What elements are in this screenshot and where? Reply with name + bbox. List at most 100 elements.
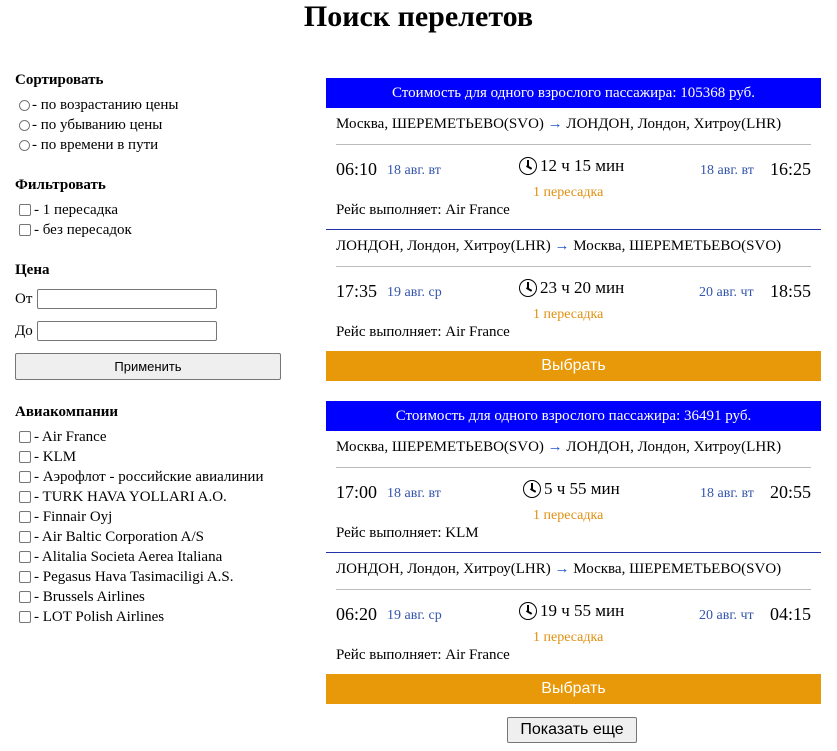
- checkbox[interactable]: [19, 224, 31, 236]
- carrier: Рейс выполняет: Air France: [336, 647, 510, 663]
- results-list: Стоимость для одного взрослого пассажира…: [326, 78, 821, 724]
- arrival-time: 18:55: [769, 281, 811, 301]
- route-line: Москва, ШЕРЕМЕТЬЕВО(SVO) → ЛОНДОН, Лондо…: [336, 116, 781, 133]
- filter-one-stop[interactable]: - 1 пересадка: [15, 200, 295, 220]
- route-arrow: →: [547, 116, 563, 132]
- airline-item[interactable]: - Pegasus Hava Tasimaciligi A.S.: [15, 567, 295, 587]
- carrier: Рейс выполняет: Air France: [336, 202, 510, 218]
- duration: 19 ч 55 мин: [519, 601, 624, 621]
- sort-option-duration[interactable]: - по времени в пути: [15, 135, 295, 155]
- radio-button[interactable]: [19, 99, 30, 111]
- airline-item[interactable]: - KLM: [15, 447, 295, 467]
- airline-item[interactable]: - Alitalia Societa Aerea Italiana: [15, 547, 295, 567]
- arrival-time: 16:25: [769, 159, 811, 179]
- checkbox[interactable]: [19, 591, 31, 603]
- show-more-button[interactable]: Показать еще: [507, 717, 637, 743]
- arrival-date: 18 авг. вт: [700, 163, 754, 178]
- checkbox[interactable]: [19, 451, 31, 463]
- departure-date: 19 авг. ср: [387, 608, 442, 623]
- stops-count: 1 пересадка: [533, 185, 604, 200]
- carrier: Рейс выполняет: KLM: [336, 525, 479, 541]
- clock-icon: [519, 279, 537, 297]
- stops-count: 1 пересадка: [533, 508, 604, 523]
- airline-item[interactable]: - Air France: [15, 427, 295, 447]
- duration: 23 ч 20 мин: [519, 278, 624, 298]
- checkbox[interactable]: [19, 204, 31, 216]
- route-line: ЛОНДОН, Лондон, Хитроу(LHR) → Москва, ШЕ…: [336, 238, 781, 255]
- divider: [336, 144, 811, 145]
- departure-time: 17:00: [336, 482, 378, 502]
- route-arrow: →: [547, 439, 563, 455]
- route-from: ЛОНДОН, Лондон, Хитроу(LHR): [336, 561, 551, 577]
- divider: [336, 266, 811, 267]
- route-from: Москва, ШЕРЕМЕТЬЕВО(SVO): [336, 116, 544, 132]
- checkbox[interactable]: [19, 531, 31, 543]
- route-to: Москва, ШЕРЕМЕТЬЕВО(SVO): [573, 561, 782, 577]
- apply-button[interactable]: Применить: [15, 353, 281, 380]
- page-title: Поиск перелетов: [303, 0, 534, 33]
- price-banner: Стоимость для одного взрослого пассажира…: [326, 401, 821, 431]
- checkbox[interactable]: [19, 431, 31, 443]
- price-banner: Стоимость для одного взрослого пассажира…: [326, 78, 821, 108]
- sort-option-price-desc[interactable]: - по убыванию цены: [15, 115, 295, 135]
- sort-option-price-asc[interactable]: - по возрастанию цены: [15, 95, 295, 115]
- clock-icon: [523, 480, 541, 498]
- price-to-label: До: [15, 322, 33, 339]
- airlines-title: Авиакомпании: [15, 404, 119, 420]
- price-from-input[interactable]: [37, 289, 217, 309]
- departure-date: 18 авг. вт: [387, 486, 441, 501]
- checkbox[interactable]: [19, 511, 31, 523]
- departure-date: 18 авг. вт: [387, 163, 441, 178]
- duration: 5 ч 55 мин: [523, 479, 620, 499]
- price-from-label: От: [15, 290, 33, 307]
- divider: [336, 589, 811, 590]
- airline-item[interactable]: - Air Baltic Corporation A/S: [15, 527, 295, 547]
- departure-time: 06:20: [336, 604, 378, 624]
- route-line: Москва, ШЕРЕМЕТЬЕВО(SVO) → ЛОНДОН, Лондо…: [336, 439, 781, 456]
- clock-icon: [519, 602, 537, 620]
- flight-card: Стоимость для одного взрослого пассажира…: [326, 78, 821, 381]
- select-flight-button[interactable]: Выбрать: [326, 674, 821, 704]
- route-arrow: →: [554, 561, 570, 577]
- filters-sidebar: Сортировать - по возрастанию цены - по у…: [15, 72, 295, 627]
- airline-item[interactable]: - Finnair Oyj: [15, 507, 295, 527]
- sort-title: Сортировать: [15, 72, 104, 88]
- arrival-time: 04:15: [769, 604, 811, 624]
- checkbox[interactable]: [19, 611, 31, 623]
- route-from: ЛОНДОН, Лондон, Хитроу(LHR): [336, 238, 551, 254]
- airline-item[interactable]: - LOT Polish Airlines: [15, 607, 295, 627]
- radio-button[interactable]: [19, 119, 30, 131]
- arrival-date: 18 авг. вт: [700, 486, 754, 501]
- duration: 12 ч 15 мин: [519, 156, 624, 176]
- route-to: ЛОНДОН, Лондон, Хитроу(LHR): [566, 439, 782, 455]
- airline-item[interactable]: - TURK HAVA YOLLARI A.O.: [15, 487, 295, 507]
- airline-item[interactable]: - Аэрофлот - российские авиалинии: [15, 467, 295, 487]
- radio-button[interactable]: [19, 139, 30, 151]
- arrival-date: 20 авг. чт: [699, 608, 754, 623]
- flight-segment-return: ЛОНДОН, Лондон, Хитроу(LHR) → Москва, ШЕ…: [326, 230, 821, 351]
- flight-segment-outbound: Москва, ШЕРЕМЕТЬЕВО(SVO) → ЛОНДОН, Лондо…: [326, 431, 821, 553]
- divider: [336, 467, 811, 468]
- price-to-input[interactable]: [37, 321, 217, 341]
- departure-time: 06:10: [336, 159, 378, 179]
- arrival-time: 20:55: [769, 482, 811, 502]
- filter-title: Фильтровать: [15, 177, 106, 193]
- checkbox[interactable]: [19, 471, 31, 483]
- checkbox[interactable]: [19, 491, 31, 503]
- departure-time: 17:35: [336, 281, 378, 301]
- route-line: ЛОНДОН, Лондон, Хитроу(LHR) → Москва, ШЕ…: [336, 561, 781, 578]
- select-flight-button[interactable]: Выбрать: [326, 351, 821, 381]
- route-from: Москва, ШЕРЕМЕТЬЕВО(SVO): [336, 439, 544, 455]
- stops-count: 1 пересадка: [533, 307, 604, 322]
- flight-card: Стоимость для одного взрослого пассажира…: [326, 401, 821, 704]
- route-arrow: →: [554, 238, 570, 254]
- flight-segment-return: ЛОНДОН, Лондон, Хитроу(LHR) → Москва, ШЕ…: [326, 553, 821, 674]
- filter-nonstop[interactable]: - без пересадок: [15, 220, 295, 240]
- airline-list: - Air France - KLM - Аэрофлот - российск…: [15, 427, 295, 627]
- airline-item[interactable]: - Brussels Airlines: [15, 587, 295, 607]
- route-to: ЛОНДОН, Лондон, Хитроу(LHR): [566, 116, 782, 132]
- arrival-date: 20 авг. чт: [699, 285, 754, 300]
- departure-date: 19 авг. ср: [387, 285, 442, 300]
- checkbox[interactable]: [19, 571, 31, 583]
- checkbox[interactable]: [19, 551, 31, 563]
